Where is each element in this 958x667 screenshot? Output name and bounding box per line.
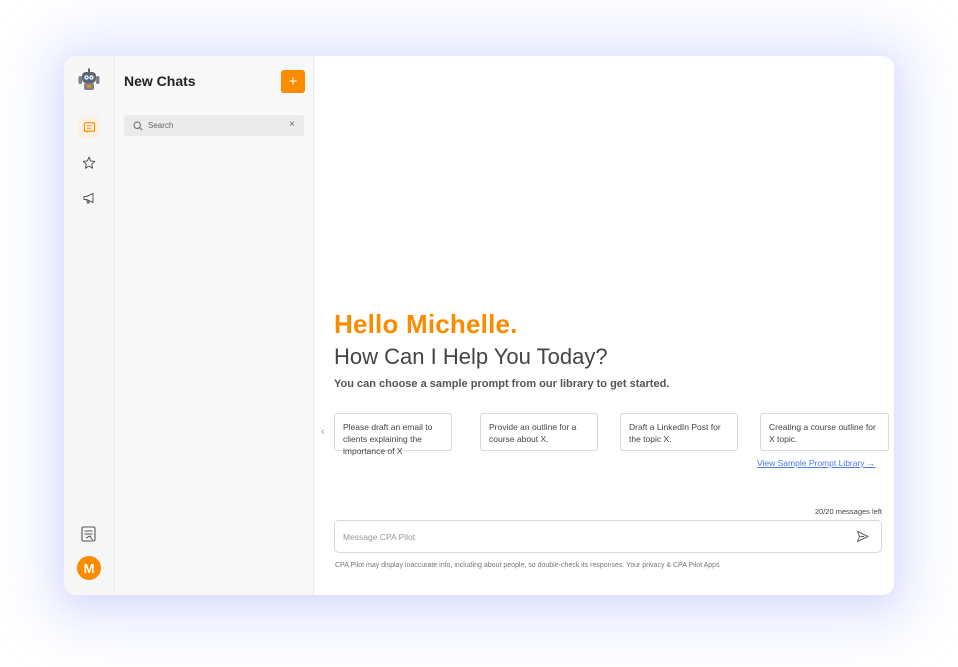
rail-item-announcements[interactable] — [78, 187, 100, 209]
sample-prompt-card[interactable]: Creating a course outline for X topic. — [760, 413, 889, 451]
megaphone-icon — [83, 193, 94, 204]
chat-icon — [83, 121, 95, 133]
clear-search-button[interactable]: × — [289, 119, 295, 130]
view-prompt-library-link[interactable]: View Sample Prompt Library → — [757, 458, 875, 468]
sample-prompt-card[interactable]: Provide an outline for a course about X. — [480, 413, 598, 451]
send-icon[interactable] — [856, 530, 869, 543]
star-icon — [82, 156, 96, 169]
app-window: M New Chats + × Hello Michelle. How Can … — [64, 56, 894, 595]
prompt-subtext: You can choose a sample prompt from our … — [334, 378, 670, 390]
sample-prompt-card[interactable]: Please draft an email to clients explain… — [334, 413, 452, 456]
greeting-heading: Hello Michelle. — [334, 309, 518, 339]
library-icon[interactable] — [78, 523, 100, 545]
user-avatar[interactable]: M — [77, 556, 101, 580]
message-composer — [334, 520, 882, 553]
rail-item-favorites[interactable] — [78, 152, 100, 174]
search-icon — [133, 120, 143, 131]
messages-left-counter: 20/20 messages left — [814, 507, 882, 516]
icon-rail: M — [64, 56, 115, 595]
new-chat-button[interactable]: + — [281, 70, 305, 93]
panel-title: New Chats — [124, 73, 196, 89]
sample-prompt-card[interactable]: Draft a LinkedIn Post for the topic X. — [620, 413, 738, 451]
disclaimer-text: CPA Pilot may display inaccurate info, i… — [335, 562, 720, 569]
message-input[interactable] — [343, 531, 823, 542]
chat-list-panel: New Chats + × — [115, 56, 314, 595]
help-heading: How Can I Help You Today? — [334, 344, 608, 369]
search-input[interactable] — [148, 121, 268, 130]
robot-mascot-icon[interactable] — [76, 67, 102, 93]
chevron-left-icon[interactable]: ‹ — [321, 426, 325, 438]
main-content: Hello Michelle. How Can I Help You Today… — [314, 56, 894, 595]
rail-item-chats[interactable] — [78, 116, 100, 138]
chat-search-bar: × — [124, 115, 304, 136]
